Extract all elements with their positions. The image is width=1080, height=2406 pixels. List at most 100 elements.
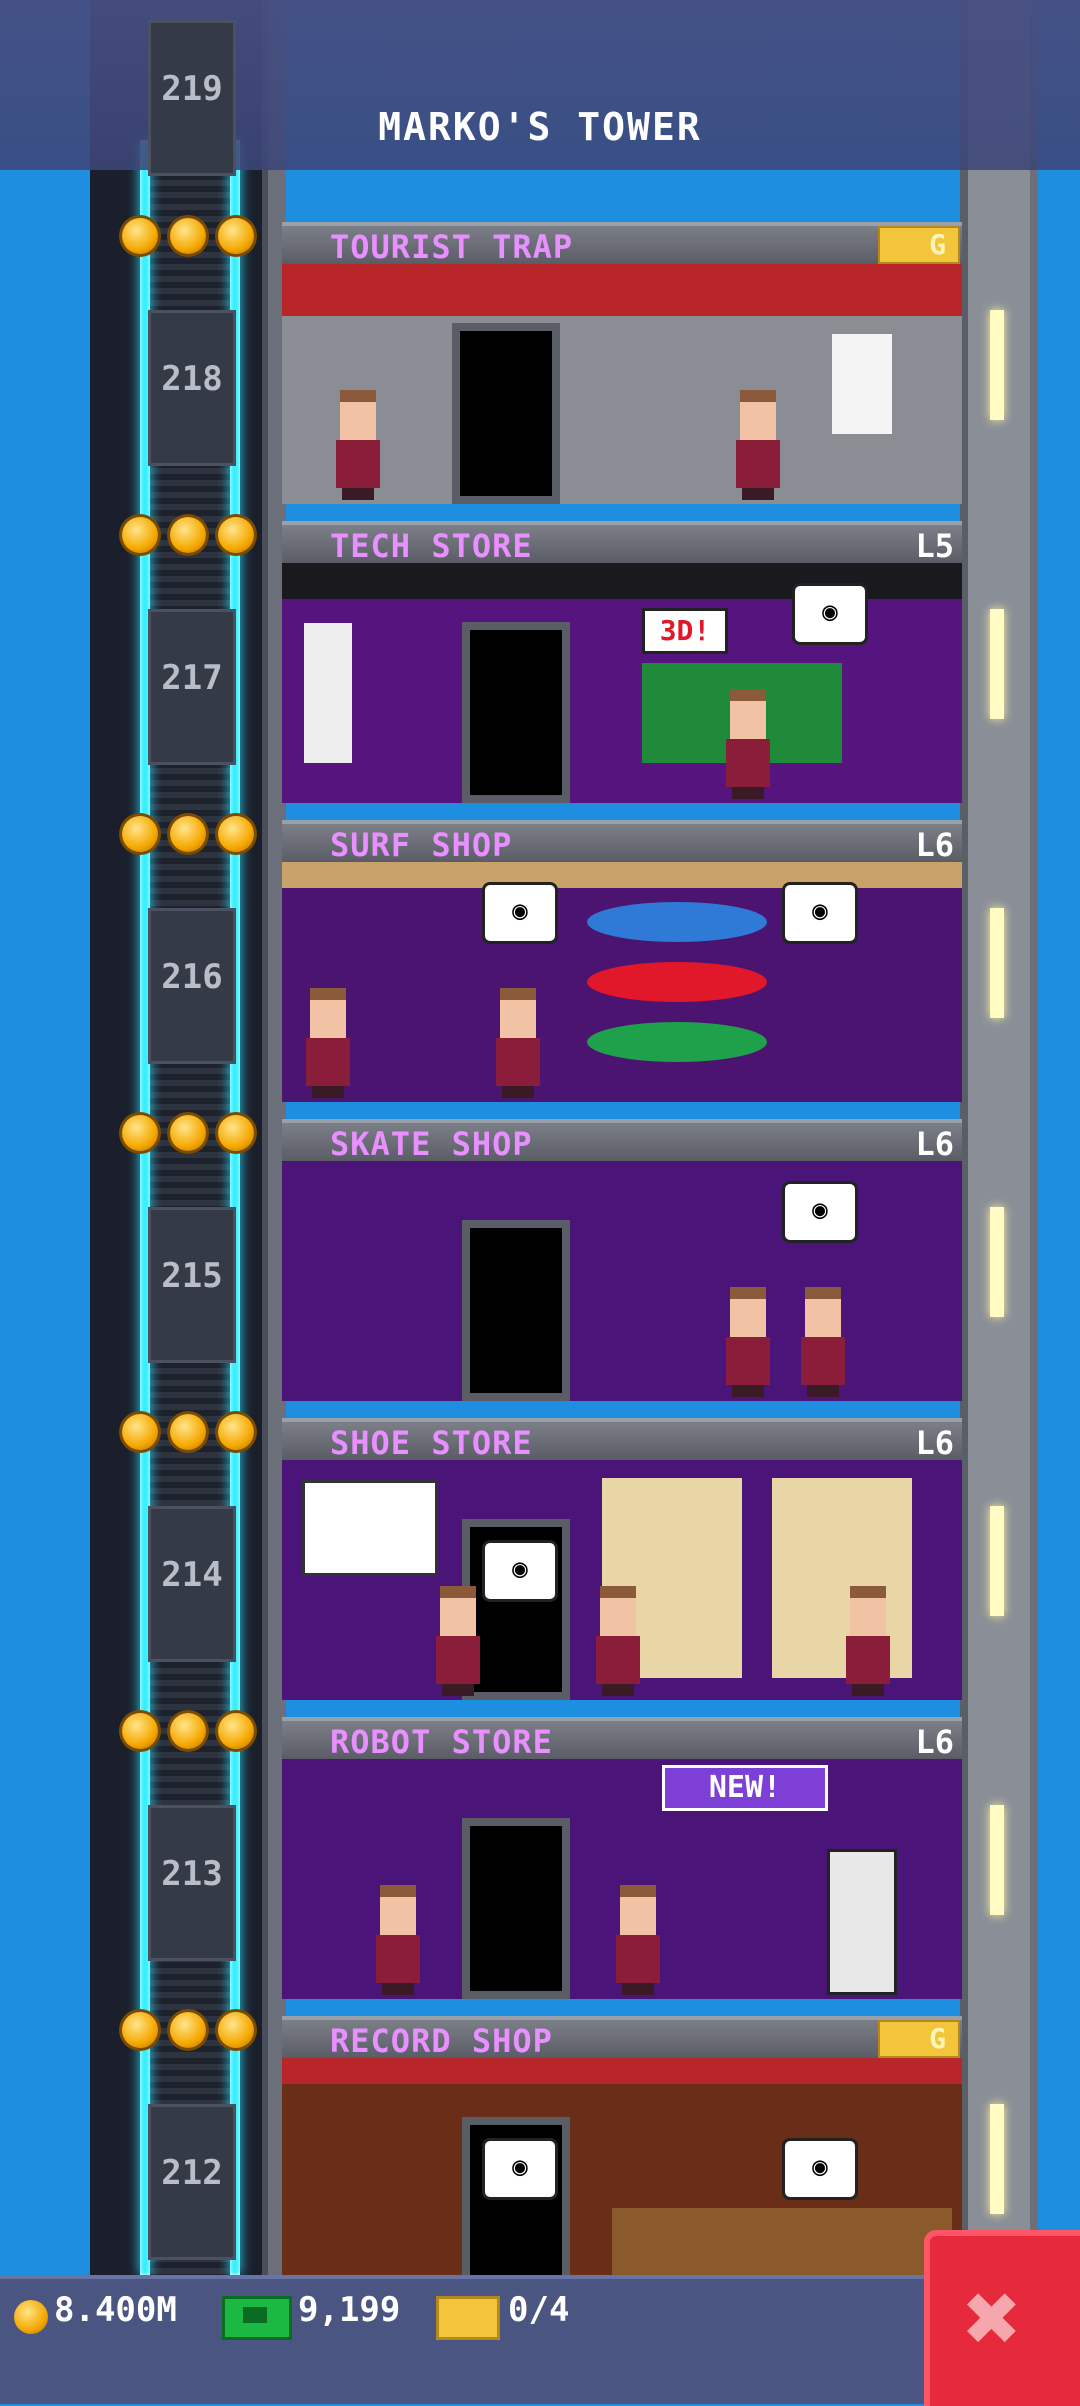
floor-217[interactable]: TECH STORE L5 3D! ◉ 217 xyxy=(0,509,1080,808)
floor-218[interactable]: TOURIST TRAP G 218 xyxy=(0,210,1080,509)
floor-level: L6 xyxy=(915,1424,954,1462)
coin-icon xyxy=(122,1713,158,1749)
floor-number: 218 xyxy=(161,359,223,399)
resident-person[interactable] xyxy=(592,1586,644,1696)
floor-number: 215 xyxy=(161,1256,223,1296)
coin-icon xyxy=(170,1115,206,1151)
floor-name-bar: TECH STORE L5 xyxy=(282,521,962,565)
robot-figure[interactable] xyxy=(827,1849,897,1995)
close-icon: ✖ xyxy=(964,2262,1022,2374)
wall-light xyxy=(990,1506,1004,1616)
floor-213[interactable]: ROBOT STORE L6 NEW! 213 xyxy=(0,1705,1080,2004)
coin-icon xyxy=(218,517,254,553)
ceiling-trim xyxy=(282,2058,962,2084)
floor-214[interactable]: SHOE STORE L6 ◉ 214 xyxy=(0,1406,1080,1705)
surfboard-red xyxy=(587,962,767,1002)
floor-room[interactable]: ◉ xyxy=(282,1161,962,1401)
coin-icon xyxy=(218,218,254,254)
floor-level: L5 xyxy=(915,527,954,565)
floor-name-bar: SHOE STORE L6 xyxy=(282,1418,962,1462)
resident-person[interactable] xyxy=(797,1287,849,1397)
floor-coins[interactable] xyxy=(122,1713,262,1753)
floor-215[interactable]: SKATE SHOP L6 ◉ 215 xyxy=(0,1107,1080,1406)
floor-coins[interactable] xyxy=(122,218,262,258)
coin-icon xyxy=(14,2300,48,2334)
resident-person[interactable] xyxy=(722,1287,774,1397)
floor-room[interactable]: ◉ ◉ xyxy=(282,2058,962,2298)
resident-person[interactable] xyxy=(612,1885,664,1995)
wall-light xyxy=(990,609,1004,719)
floor-room[interactable]: ◉ xyxy=(282,1460,962,1700)
wall-light xyxy=(990,908,1004,1018)
coin-balance: 8.400M xyxy=(54,2290,177,2330)
floor-name: TECH STORE xyxy=(330,527,533,565)
resident-person[interactable] xyxy=(722,689,774,799)
shoe-poster xyxy=(302,1480,438,1576)
floor-number: 217 xyxy=(161,658,223,698)
floor-number: 213 xyxy=(161,1854,223,1894)
resident-person[interactable] xyxy=(372,1885,424,1995)
floor-name: SKATE SHOP xyxy=(330,1125,533,1163)
elevator-floor-marker: 212 xyxy=(148,2104,236,2260)
resident-person[interactable] xyxy=(732,390,784,500)
coin-icon xyxy=(170,2012,206,2048)
floor-level: L6 xyxy=(915,826,954,864)
floor-coins[interactable] xyxy=(122,2012,262,2052)
thought-bubble[interactable]: ◉ xyxy=(782,2138,858,2200)
elevator-floor-marker: 217 xyxy=(148,609,236,765)
resident-person[interactable] xyxy=(842,1586,894,1696)
coin-icon xyxy=(218,1713,254,1749)
shopkeeper[interactable] xyxy=(832,334,892,434)
thought-bubble[interactable]: ◉ xyxy=(782,882,858,944)
elevator-floor-marker: 218 xyxy=(148,310,236,466)
elevator-floor-marker: 213 xyxy=(148,1805,236,1961)
coin-icon xyxy=(218,2012,254,2048)
floor-room[interactable]: ◉ ◉ xyxy=(282,862,962,1102)
gold-badge: G xyxy=(878,2020,960,2058)
floor-room[interactable]: NEW! xyxy=(282,1759,962,1999)
floor-door xyxy=(452,323,560,504)
elevator-floor-marker: 214 xyxy=(148,1506,236,1662)
floor-level: L6 xyxy=(915,1723,954,1761)
resident-person[interactable] xyxy=(302,988,354,1098)
floor-212[interactable]: RECORD SHOP G ◉ ◉ 212 xyxy=(0,2004,1080,2303)
resident-person[interactable] xyxy=(332,390,384,500)
floor-room[interactable]: 3D! ◉ xyxy=(282,563,962,803)
floor-coins[interactable] xyxy=(122,1414,262,1454)
resident-person[interactable] xyxy=(492,988,544,1098)
floor-216[interactable]: SURF SHOP L6 ◉ ◉ 216 xyxy=(0,808,1080,1107)
resident-person[interactable] xyxy=(432,1586,484,1696)
souvenir-shelf xyxy=(282,264,962,316)
floor-name: SURF SHOP xyxy=(330,826,513,864)
floor-coins[interactable] xyxy=(122,1115,262,1155)
bux-icon xyxy=(222,2296,292,2340)
thought-bubble[interactable]: ◉ xyxy=(482,882,558,944)
floor-name-bar: SKATE SHOP L6 xyxy=(282,1119,962,1163)
thought-bubble[interactable]: ◉ xyxy=(792,583,868,645)
coin-icon xyxy=(122,1414,158,1450)
floor-coins[interactable] xyxy=(122,816,262,856)
thought-bubble[interactable]: ◉ xyxy=(782,1181,858,1243)
coin-icon xyxy=(170,218,206,254)
floor-coins[interactable] xyxy=(122,517,262,557)
surfboard-green xyxy=(587,1022,767,1062)
gold-badge: G xyxy=(878,226,960,264)
floor-name: TOURIST TRAP xyxy=(330,228,574,266)
close-button[interactable]: ✖ xyxy=(924,2230,1080,2406)
coin-icon xyxy=(122,218,158,254)
elevator-floor-marker: 219 xyxy=(148,20,236,176)
thought-bubble[interactable]: ◉ xyxy=(482,1540,558,1602)
tower-title: MARKO'S TOWER xyxy=(378,105,702,149)
floor-name-bar: SURF SHOP L6 xyxy=(282,820,962,864)
sign-3d: 3D! xyxy=(642,608,728,654)
display-stand xyxy=(304,623,352,763)
elevator-floor-marker: 216 xyxy=(148,908,236,1064)
floor-door xyxy=(462,622,570,803)
floor-room[interactable] xyxy=(282,264,962,504)
thought-bubble[interactable]: ◉ xyxy=(482,2138,558,2200)
floor-name-bar: TOURIST TRAP G xyxy=(282,222,962,266)
floor-name: RECORD SHOP xyxy=(330,2022,553,2060)
floor-name-bar: ROBOT STORE L6 xyxy=(282,1717,962,1761)
floor-number: 219 xyxy=(161,69,223,109)
wall-light xyxy=(990,2104,1004,2214)
